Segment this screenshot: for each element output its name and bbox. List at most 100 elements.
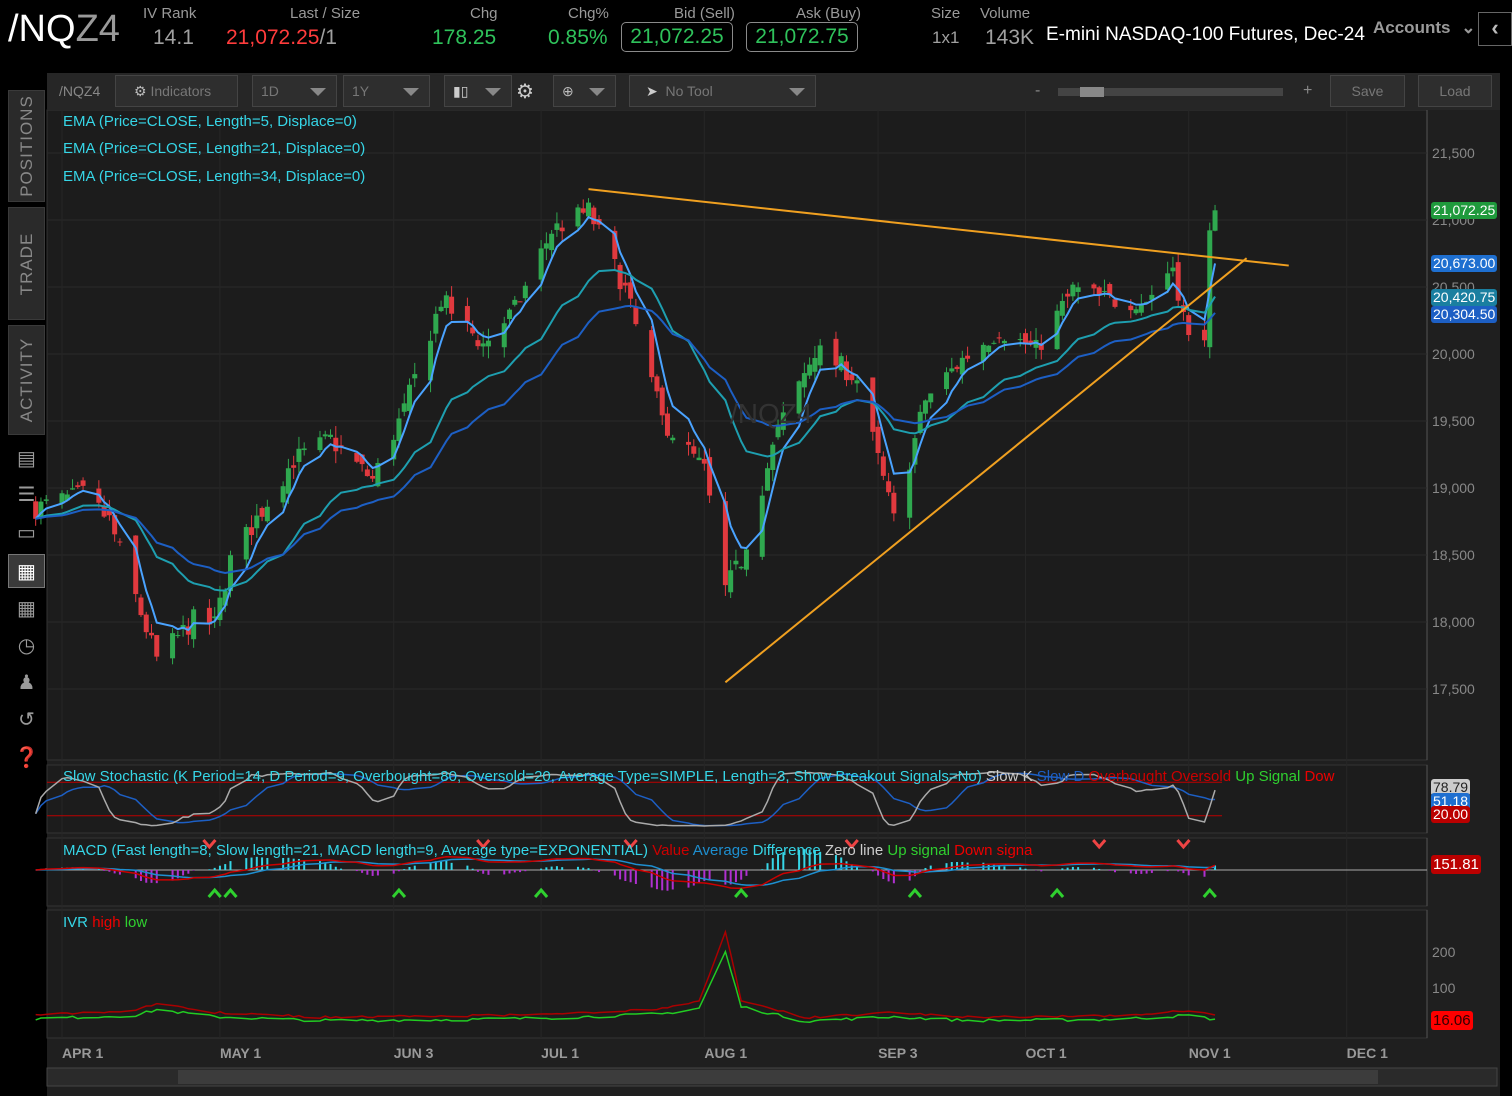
tool-label: No Tool [665, 83, 713, 99]
candle-body [401, 403, 407, 412]
candle-body [438, 306, 444, 312]
legend-average: Average [692, 842, 749, 859]
candle-body [659, 387, 665, 416]
y-tick-label: 19,000 [1432, 480, 1475, 496]
drawing-tool-dropdown[interactable]: ➤ No Tool [629, 75, 816, 107]
candle-body [812, 358, 818, 372]
candle-body [291, 465, 297, 468]
candle-body [891, 492, 897, 514]
stoch-oversold-badge: 20.00 [1431, 806, 1471, 823]
candle-body [1138, 304, 1144, 313]
candle-body [1091, 284, 1097, 289]
candle-body [1096, 287, 1102, 295]
x-tick-label: JUN 3 [394, 1045, 434, 1061]
macd-badge: 151.81 [1431, 855, 1481, 874]
zoom-slider-thumb[interactable] [1080, 87, 1104, 97]
candle-body [406, 384, 412, 411]
candle-body [1186, 315, 1192, 336]
candle-body [501, 323, 507, 348]
candle-body [701, 458, 707, 464]
ivr-legend[interactable]: IVR high low [63, 914, 147, 931]
stoch-title: Slow Stochastic (K Period=14, D Period=9… [63, 768, 982, 785]
x-tick-label: JUL 1 [541, 1045, 579, 1061]
candle-body [944, 372, 950, 390]
x-tick-label: MAY 1 [220, 1045, 261, 1061]
y-tick-label: 17,500 [1432, 681, 1475, 697]
candle-body [243, 527, 249, 560]
candle-body [249, 527, 255, 536]
candle-body [149, 632, 155, 636]
candle-body [986, 345, 992, 353]
legend-down-signal: Down signa [954, 842, 1033, 859]
ema34-label[interactable]: EMA (Price=CLOSE, Length=34, Displace=0) [63, 168, 365, 185]
chart-canvas[interactable]: 21,50021,00020,50020,00019,50019,00018,5… [0, 0, 1512, 1096]
candle-body [817, 345, 823, 366]
candle-body [586, 202, 591, 217]
save-button[interactable]: Save [1330, 75, 1405, 107]
candle-body [1175, 262, 1181, 301]
candle-body [507, 309, 513, 320]
y-tick-label: 18,000 [1432, 614, 1475, 630]
ema5-label[interactable]: EMA (Price=CLOSE, Length=5, Displace=0) [63, 113, 357, 130]
ema21-label[interactable]: EMA (Price=CLOSE, Length=21, Displace=0) [63, 140, 365, 157]
legend-up-signal: Up Signal [1235, 768, 1301, 785]
candle-body [543, 243, 549, 249]
candle-body [285, 468, 291, 494]
candle-body [117, 541, 123, 543]
indicators-button[interactable]: ⚙ Indicators [115, 75, 238, 107]
candle-body [1101, 291, 1107, 293]
drawing-tools-dropdown[interactable]: ⊕ [553, 75, 616, 107]
candle-body [43, 499, 49, 501]
candle-body [1070, 284, 1076, 297]
candle-body [328, 434, 334, 437]
candle-body [175, 635, 181, 637]
candle-body [686, 441, 692, 445]
legend-low: low [124, 914, 148, 931]
candle-body [549, 233, 555, 251]
candle-body [370, 475, 376, 479]
load-button[interactable]: Load [1418, 75, 1492, 107]
candle-body [443, 295, 449, 309]
aggregation-dropdown[interactable]: 1D [252, 75, 337, 107]
legend-up-signal: Up signal [887, 842, 950, 859]
legend-oversold: Oversold [1171, 768, 1232, 785]
legend-high: high [92, 914, 121, 931]
candle-body [617, 264, 623, 290]
crosshair-icon: ⊕ [562, 83, 574, 99]
candle-body [649, 330, 655, 378]
candle-body [464, 306, 470, 322]
candle-body [770, 444, 776, 471]
settings-gear-icon[interactable]: ⚙ [516, 79, 534, 104]
candle-body [738, 566, 744, 569]
candle-body [559, 227, 565, 232]
candle-body [75, 485, 81, 487]
ema34-badge: 20,304.50 [1431, 306, 1498, 323]
candle-body [654, 376, 660, 392]
scrollbar-thumb[interactable] [178, 1070, 1378, 1084]
macd-legend[interactable]: MACD (Fast length=8, Slow length=21, MAC… [63, 842, 1032, 859]
candle-body [1059, 300, 1065, 316]
candle-body [264, 506, 270, 522]
zoom-slider[interactable] [1058, 87, 1283, 97]
candle-body [170, 633, 176, 659]
timeframe-dropdown[interactable]: 1Y [343, 75, 430, 107]
chart-type-dropdown[interactable]: ▮▯ [444, 75, 512, 107]
candle-body [512, 299, 518, 305]
candlestick-icon: ▮▯ [453, 83, 469, 99]
zoom-out-button[interactable]: - [1035, 82, 1040, 100]
candle-body [1001, 340, 1007, 344]
stochastic-legend[interactable]: Slow Stochastic (K Period=14, D Period=9… [63, 768, 1423, 785]
legend-down-signal: Dow [1304, 768, 1335, 785]
zoom-in-button[interactable]: + [1303, 82, 1312, 100]
candle-body [1075, 287, 1081, 292]
candle-body [664, 413, 670, 436]
candle-body [633, 306, 639, 325]
candle-body [875, 426, 881, 454]
candle-body [433, 313, 439, 334]
x-tick-label: APR 1 [62, 1045, 103, 1061]
candle-body [301, 448, 307, 451]
candle-body [591, 207, 597, 225]
candle-body [628, 282, 634, 299]
x-tick-label: DEC 1 [1347, 1045, 1388, 1061]
candle-body [522, 285, 528, 299]
